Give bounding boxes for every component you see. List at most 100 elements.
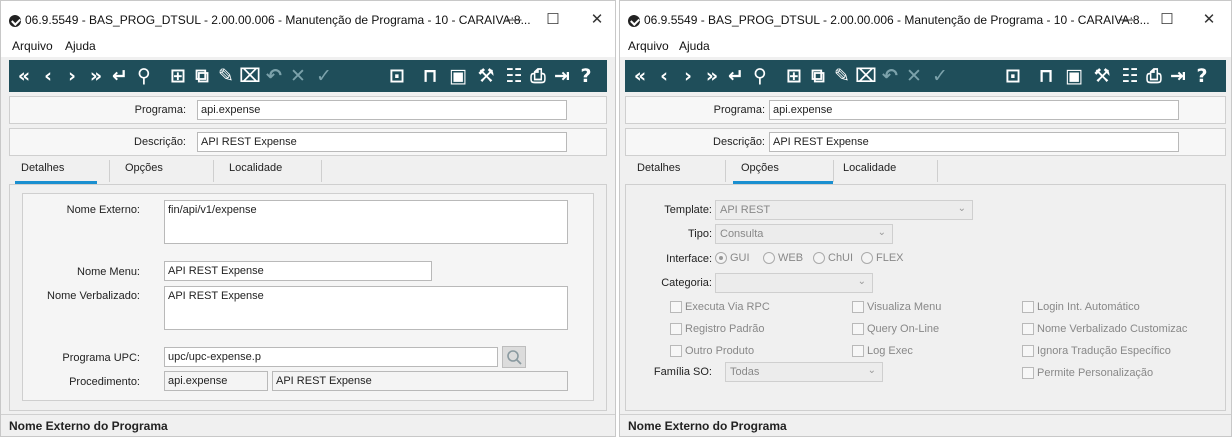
tab-opcoes[interactable]: Opções <box>733 162 833 184</box>
exit-icon[interactable]: ⇥ <box>1167 60 1189 92</box>
checkbox-outro-produto[interactable]: Outro Produto <box>670 345 754 357</box>
prev-icon[interactable]: ‹ <box>653 60 675 92</box>
help-icon[interactable]: ? <box>575 60 597 92</box>
tipo-select[interactable]: Consulta ⌄ <box>715 224 893 244</box>
checkbox-visualiza-menu[interactable]: Visualiza Menu <box>852 301 941 313</box>
copy-icon[interactable]: ⧉ <box>807 60 829 92</box>
lock-icon[interactable]: ⊓ <box>1035 60 1057 92</box>
procedimento-field[interactable]: api.expense <box>164 371 268 391</box>
checkbox-box <box>852 323 864 335</box>
checkbox-nome-verbalizado-customizado[interactable]: Nome Verbalizado Customizac <box>1022 323 1187 335</box>
menu-arquivo[interactable]: Arquivo <box>12 39 53 53</box>
maximize-button[interactable]: ☐ <box>540 10 566 30</box>
checkbox-label: Ignora Tradução Específico <box>1037 345 1171 357</box>
menu-arquivo[interactable]: Arquivo <box>628 39 669 53</box>
hierarchy-icon[interactable]: ☷ <box>503 60 525 92</box>
minimize-button[interactable]: — <box>1113 10 1139 30</box>
new-icon[interactable]: ⊞ <box>783 60 805 92</box>
delete-icon[interactable]: ⌧ <box>855 60 877 92</box>
nome-verbalizado-field[interactable]: API REST Expense <box>164 286 568 330</box>
title-bar[interactable]: 06.9.5549 - BAS_PROG_DTSUL - 2.00.00.006… <box>1 1 615 35</box>
tab-detalhes[interactable]: Detalhes <box>631 162 713 184</box>
radio-gui[interactable]: GUI <box>715 252 750 264</box>
report-icon[interactable]: ▣ <box>1063 60 1085 92</box>
title-bar[interactable]: 06.9.5549 - BAS_PROG_DTSUL - 2.00.00.006… <box>620 1 1231 35</box>
print-icon[interactable]: ⎙ <box>527 60 549 92</box>
checkbox-label: Query On-Line <box>867 323 940 335</box>
undo-icon[interactable]: ↶ <box>879 60 901 92</box>
radio-chui[interactable]: ChUI <box>813 252 853 264</box>
descricao-field[interactable]: API REST Expense <box>197 132 567 152</box>
tools-icon[interactable]: ⚒ <box>1091 60 1113 92</box>
first-icon[interactable]: « <box>13 60 35 92</box>
chevron-down-icon: ⌄ <box>867 365 876 376</box>
checkbox-login-int-automatico[interactable]: Login Int. Automático <box>1022 301 1140 313</box>
maximize-button[interactable]: ☐ <box>1154 10 1180 30</box>
goto-icon[interactable]: ↵ <box>109 60 131 92</box>
cancel-icon[interactable]: ✕ <box>287 60 309 92</box>
copy-icon[interactable]: ⧉ <box>191 60 213 92</box>
close-button[interactable]: ✕ <box>1196 10 1222 30</box>
zoom-icon[interactable]: ⊡ <box>386 60 408 92</box>
status-bar: Nome Externo do Programa <box>620 414 1231 436</box>
next-icon[interactable]: › <box>61 60 83 92</box>
next-icon[interactable]: › <box>677 60 699 92</box>
search-icon[interactable]: ⚲ <box>133 60 155 92</box>
programa-field[interactable]: api.expense <box>769 100 1179 120</box>
programa-field[interactable]: api.expense <box>197 100 567 120</box>
checkbox-query-on-line[interactable]: Query On-Line <box>852 323 939 335</box>
checkbox-registro-padrao[interactable]: Registro Padrão <box>670 323 765 335</box>
tab-detalhes[interactable]: Detalhes <box>15 162 97 184</box>
goto-icon[interactable]: ↵ <box>725 60 747 92</box>
tab-localidade[interactable]: Localidade <box>223 162 313 184</box>
radio-flex[interactable]: FLEX <box>861 252 904 264</box>
checkbox-executa-via-rpc[interactable]: Executa Via RPC <box>670 301 770 313</box>
cancel-icon[interactable]: ✕ <box>903 60 925 92</box>
checkbox-ignora-traducao[interactable]: Ignora Tradução Específico <box>1022 345 1171 357</box>
checkbox-log-exec[interactable]: Log Exec <box>852 345 913 357</box>
save-icon[interactable]: ✓ <box>929 60 951 92</box>
menu-ajuda[interactable]: Ajuda <box>679 39 710 53</box>
checkbox-permite-personalizacao[interactable]: Permite Personalização <box>1022 367 1153 379</box>
checkbox-box <box>670 301 682 313</box>
descricao-field[interactable]: API REST Expense <box>769 132 1179 152</box>
edit-icon[interactable]: ✎ <box>831 60 853 92</box>
familia-so-select[interactable]: Todas ⌄ <box>725 362 883 382</box>
template-label: Template: <box>664 204 712 216</box>
lock-icon[interactable]: ⊓ <box>419 60 441 92</box>
help-icon[interactable]: ? <box>1191 60 1213 92</box>
tab-opcoes[interactable]: Opções <box>119 162 199 184</box>
first-icon[interactable]: « <box>629 60 651 92</box>
tab-divider <box>937 160 938 182</box>
new-icon[interactable]: ⊞ <box>167 60 189 92</box>
radio-web[interactable]: WEB <box>763 252 803 264</box>
tab-localidade[interactable]: Localidade <box>839 162 939 184</box>
checkbox-box <box>1022 323 1034 335</box>
edit-icon[interactable]: ✎ <box>215 60 237 92</box>
zoom-icon[interactable]: ⊡ <box>1002 60 1024 92</box>
hierarchy-icon[interactable]: ☷ <box>1119 60 1141 92</box>
tab-localidade-label: Localidade <box>843 162 897 174</box>
nome-menu-field[interactable]: API REST Expense <box>164 261 432 281</box>
close-button[interactable]: ✕ <box>584 10 610 30</box>
last-icon[interactable]: » <box>701 60 723 92</box>
minimize-button[interactable]: — <box>501 10 527 30</box>
programa-upc-field[interactable]: upc/upc-expense.p <box>164 347 498 367</box>
print-icon[interactable]: ⎙ <box>1143 60 1165 92</box>
save-icon[interactable]: ✓ <box>313 60 335 92</box>
last-icon[interactable]: » <box>85 60 107 92</box>
search-icon[interactable]: ⚲ <box>749 60 771 92</box>
exit-icon[interactable]: ⇥ <box>551 60 573 92</box>
undo-icon[interactable]: ↶ <box>263 60 285 92</box>
tools-icon[interactable]: ⚒ <box>475 60 497 92</box>
nome-externo-field[interactable]: fin/api/v1/expense <box>164 200 568 244</box>
prev-icon[interactable]: ‹ <box>37 60 59 92</box>
tab-divider <box>833 160 834 182</box>
delete-icon[interactable]: ⌧ <box>239 60 261 92</box>
categoria-select[interactable]: ⌄ <box>715 273 873 293</box>
template-select[interactable]: API REST ⌄ <box>715 200 973 220</box>
menu-ajuda[interactable]: Ajuda <box>65 39 96 53</box>
upc-search-button[interactable] <box>502 346 526 368</box>
tab-content-opcoes: Template: API REST ⌄ Tipo: Consulta ⌄ In… <box>625 184 1226 411</box>
report-icon[interactable]: ▣ <box>447 60 469 92</box>
